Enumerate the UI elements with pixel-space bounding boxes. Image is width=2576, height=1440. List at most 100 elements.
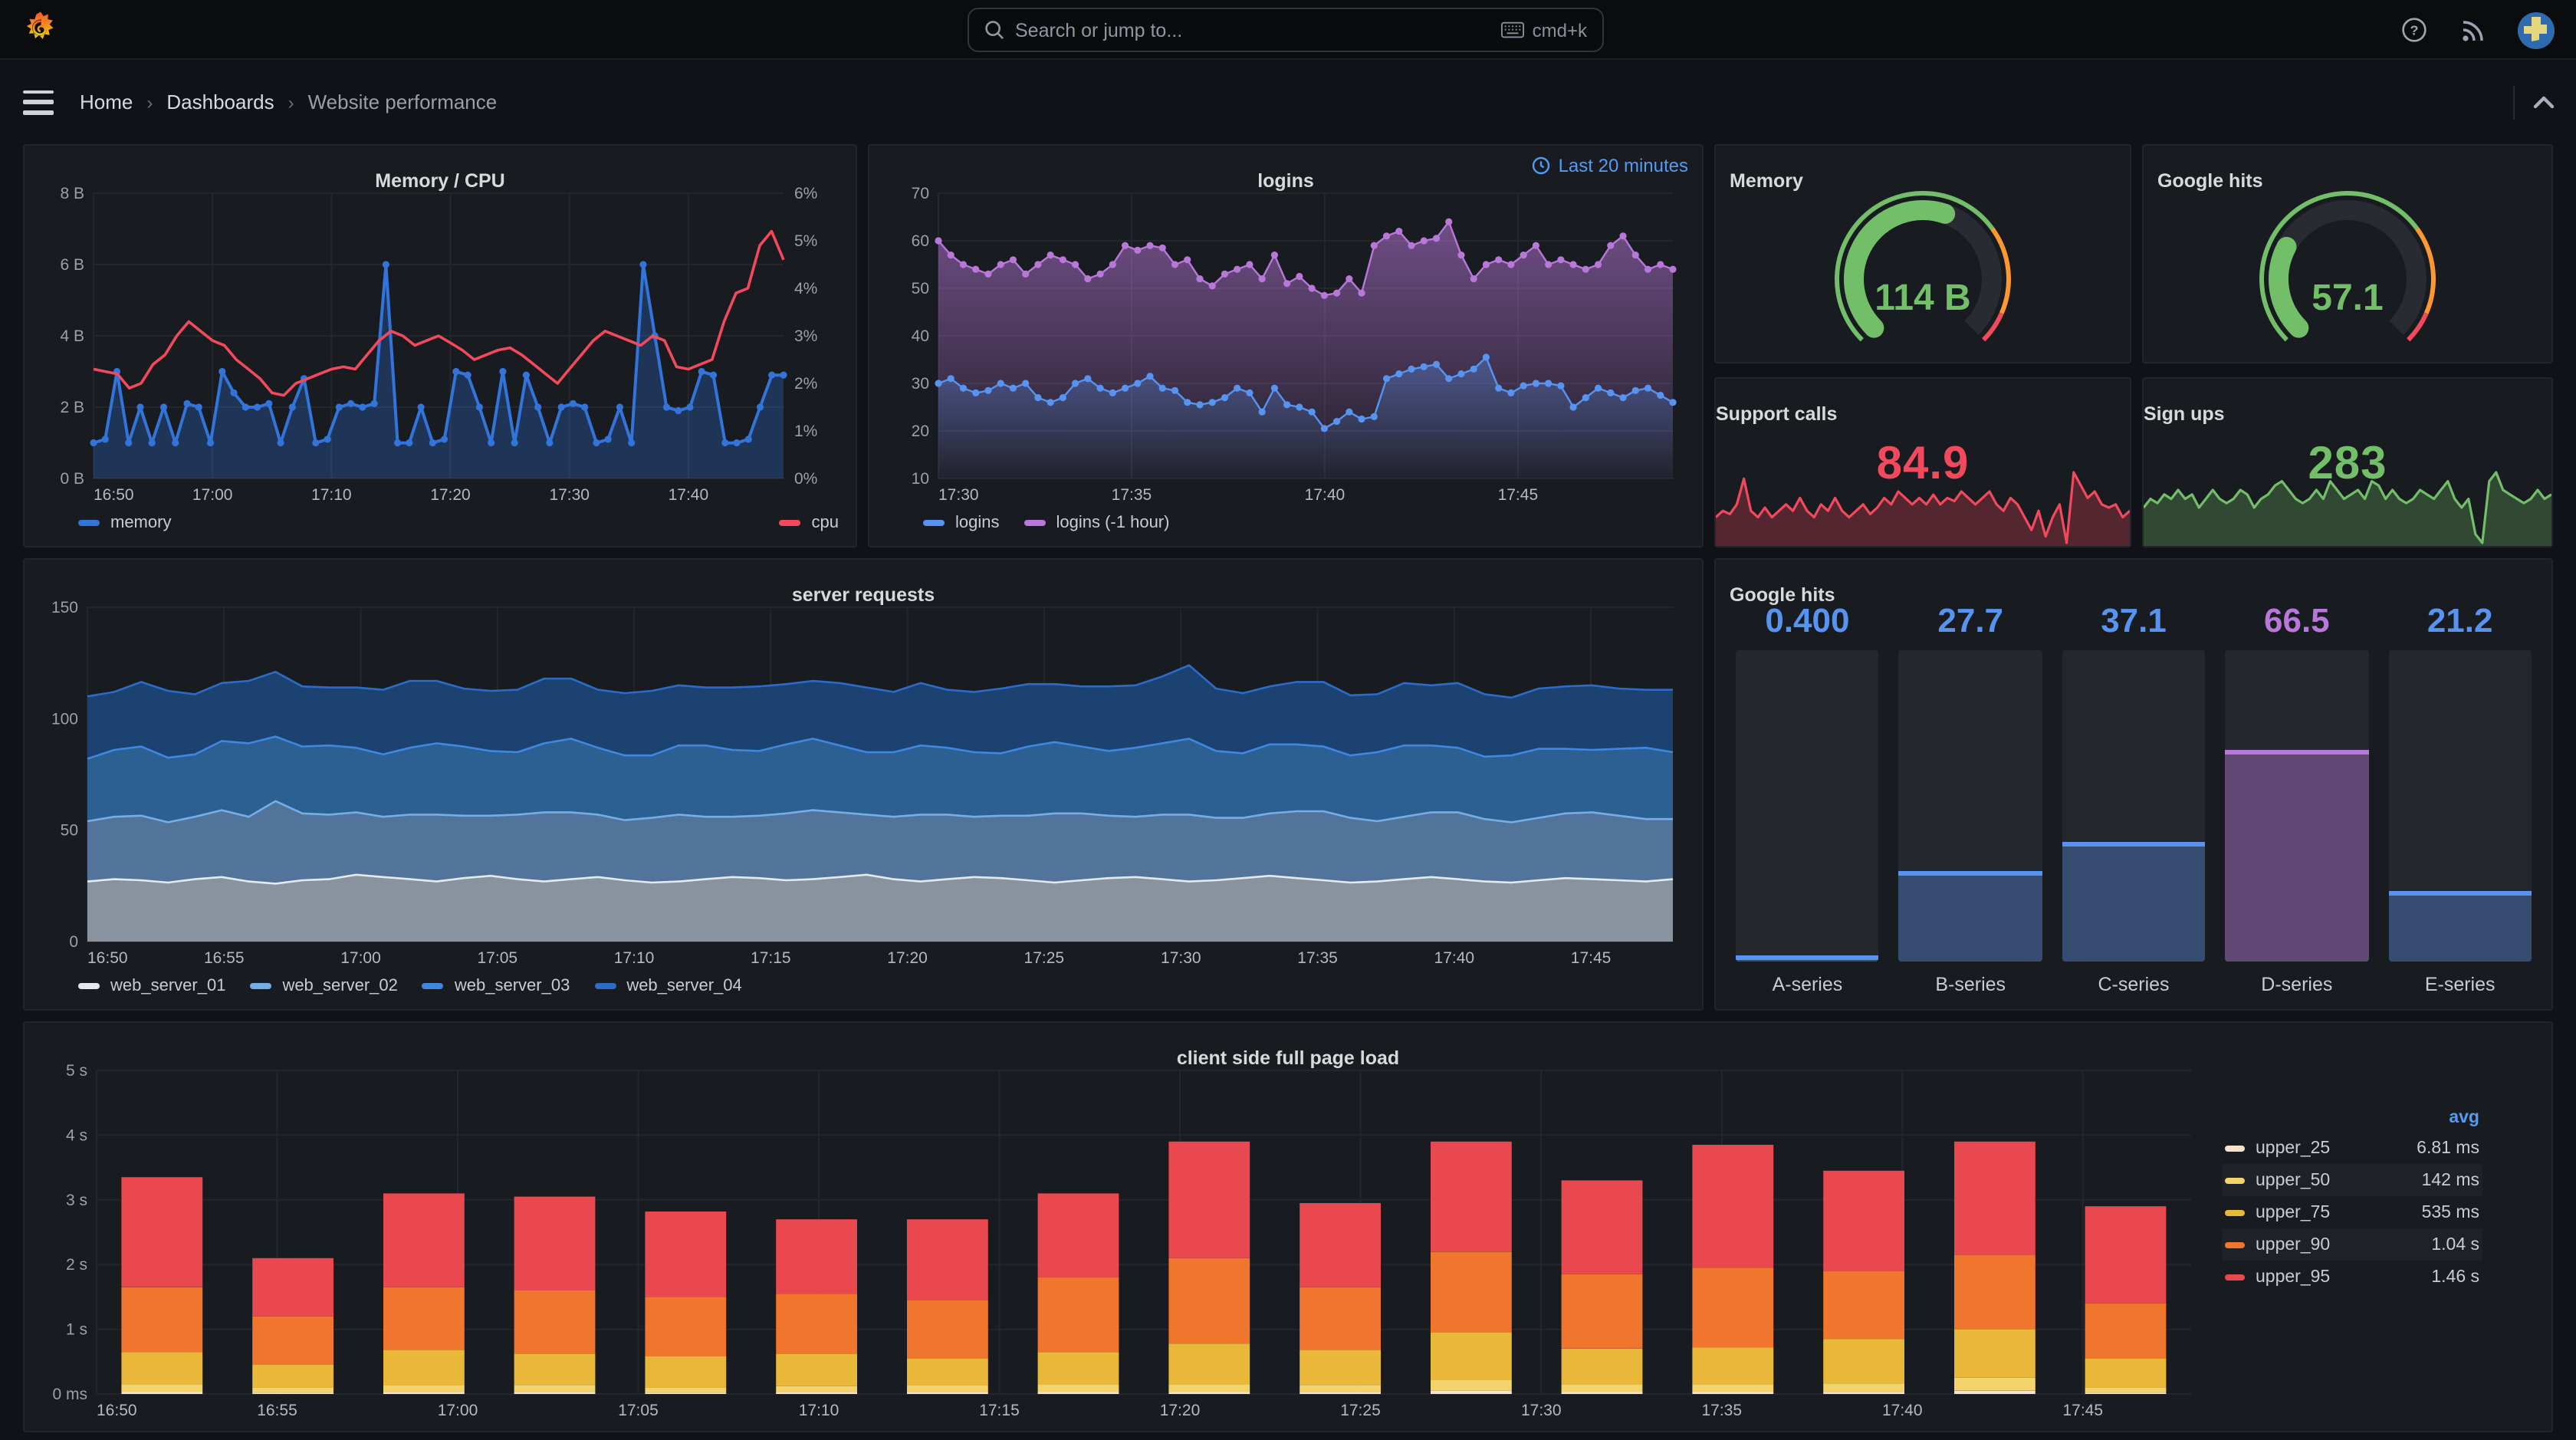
- legend-label: memory: [110, 513, 172, 531]
- nav-icons: ?: [2398, 0, 2555, 60]
- memory-gauge[interactable]: 114 B: [1730, 184, 2116, 351]
- breadcrumb-home[interactable]: Home: [80, 90, 133, 113]
- grafana-dashboard: Search or jump to... cmd+k ? Home › Dash…: [0, 0, 2576, 1440]
- legend-swatch: [78, 519, 100, 525]
- svg-text:16:50: 16:50: [97, 1402, 137, 1419]
- panel-title[interactable]: Google hits: [1730, 585, 2538, 607]
- svg-text:17:05: 17:05: [478, 949, 518, 967]
- breadcrumb: Home › Dashboards › Website performance: [80, 90, 497, 113]
- legend-series-name[interactable]: upper_75: [2252, 1196, 2363, 1228]
- logins-chart[interactable]: 10 20 30 40 50 60 70 17:30 17:35 17:40 17:45: [883, 184, 1688, 505]
- svg-text:17:15: 17:15: [751, 949, 791, 967]
- page-load-chart[interactable]: 0 ms 1 s 2 s 3 s 4 s 5 s 16:50 16:55 17:00 17:05 1…: [38, 1061, 2203, 1420]
- legend-swatch: [2225, 1209, 2245, 1215]
- bargauge-C-series[interactable]: 37.1 C-series: [2062, 601, 2206, 998]
- svg-text:16:55: 16:55: [257, 1402, 297, 1419]
- panel-page-load: client side full page load 0 ms 1 s2 s3 s…: [23, 1021, 2553, 1432]
- svg-text:17:30: 17:30: [549, 486, 590, 504]
- grafana-logo-icon[interactable]: [20, 9, 61, 51]
- svg-text:17:35: 17:35: [1701, 1402, 1742, 1419]
- legend-series-name[interactable]: upper_25: [2252, 1132, 2363, 1164]
- breadcrumb-dashboards[interactable]: Dashboards: [166, 90, 274, 113]
- svg-text:17:40: 17:40: [1434, 949, 1475, 967]
- svg-text:17:05: 17:05: [618, 1402, 659, 1419]
- svg-text:17:45: 17:45: [1571, 949, 1612, 967]
- svg-text:17:10: 17:10: [614, 949, 655, 967]
- legend-avg-value: 1.04 s: [2363, 1228, 2482, 1261]
- help-icon[interactable]: ?: [2398, 15, 2429, 45]
- legend-avg-value: 1.46 s: [2431, 1267, 2479, 1286]
- legend-swatch: [594, 982, 616, 988]
- legend-item-web_server_01[interactable]: web_server_01: [78, 976, 225, 995]
- svg-text:17:25: 17:25: [1024, 949, 1065, 967]
- time-range-badge[interactable]: Last 20 minutes: [1533, 155, 1688, 176]
- svg-text:60: 60: [912, 232, 929, 250]
- legend-item-web_server_04[interactable]: web_server_04: [594, 976, 742, 995]
- legend-label: logins: [955, 513, 1000, 531]
- legend-series-name[interactable]: upper_50: [2252, 1164, 2363, 1196]
- legend-series-name[interactable]: upper_90: [2252, 1228, 2363, 1261]
- legend-item-web_server_02[interactable]: web_server_02: [250, 976, 398, 995]
- breadcrumb-bar: Home › Dashboards › Website performance: [0, 61, 2576, 143]
- legend-swatch: [923, 519, 945, 525]
- legend-item-memory[interactable]: memory: [78, 513, 171, 531]
- bargauge-track: [1736, 650, 1879, 962]
- bargauge-B-series[interactable]: 27.7 B-series: [1898, 601, 2042, 998]
- bargauge-E-series[interactable]: 21.2 E-series: [2388, 601, 2532, 998]
- svg-text:30: 30: [912, 375, 929, 393]
- menu-toggle-icon[interactable]: [23, 90, 54, 114]
- svg-text:17:35: 17:35: [1297, 949, 1338, 967]
- svg-text:114 B: 114 B: [1875, 277, 1970, 317]
- svg-text:3%: 3%: [794, 327, 817, 345]
- news-rss-icon[interactable]: [2458, 15, 2489, 45]
- svg-text:17:40: 17:40: [1882, 1402, 1923, 1419]
- bargauge-D-series[interactable]: 66.5 D-series: [2225, 601, 2369, 998]
- google-hits-bargauge[interactable]: 0.400 A-series 27.7 B-series 37.1 C-series 66.…: [1730, 598, 2538, 998]
- support-calls-stat[interactable]: 84.9: [1716, 417, 2130, 546]
- bargauge-value: 27.7: [1937, 601, 2004, 639]
- google-hits-gauge[interactable]: 57.1: [2157, 184, 2538, 351]
- bargauge-value: 37.1: [2101, 601, 2167, 639]
- search-input[interactable]: Search or jump to... cmd+k: [968, 8, 1604, 52]
- legend-swatch: [2225, 1145, 2245, 1151]
- svg-text:17:30: 17:30: [938, 486, 979, 504]
- svg-text:17:30: 17:30: [1161, 949, 1201, 967]
- svg-text:17:40: 17:40: [1305, 486, 1346, 504]
- svg-text:20: 20: [912, 422, 929, 440]
- memory-cpu-chart[interactable]: 0 B 2 B 4 B 6 B 8 B 0% 1% 2% 3% 4% 5% 6% 16:50 17:00 1…: [38, 184, 842, 505]
- legend-series-name[interactable]: upper_95: [2252, 1261, 2363, 1293]
- svg-text:17:30: 17:30: [1521, 1402, 1562, 1419]
- bargauge-track: [2388, 650, 2532, 962]
- svg-text:2%: 2%: [794, 375, 817, 393]
- bargauge-A-series[interactable]: 0.400 A-series: [1736, 601, 1879, 998]
- svg-text:17:00: 17:00: [340, 949, 381, 967]
- server-requests-chart[interactable]: 0 50 100 150 16:50 16:55 17:00 17:05 17:10 17:15 1…: [38, 598, 1688, 968]
- panel-google-hits-gauge: Google hits 57.1: [2142, 144, 2553, 363]
- top-nav: Search or jump to... cmd+k ?: [0, 0, 2576, 60]
- svg-text:2 B: 2 B: [60, 399, 84, 416]
- collapse-chevron-icon[interactable]: [2533, 95, 2555, 109]
- svg-text:10: 10: [912, 470, 929, 488]
- legend-item-logins[interactable]: logins: [923, 513, 1000, 531]
- legend-item-cpu[interactable]: cpu: [779, 513, 839, 531]
- panel-support-calls: Support calls 84.9: [1714, 377, 2131, 547]
- user-avatar[interactable]: [2518, 12, 2555, 48]
- svg-text:17:40: 17:40: [669, 486, 709, 504]
- legend-avg-value: 142 ms: [2363, 1164, 2482, 1196]
- svg-text:4 s: 4 s: [66, 1126, 87, 1144]
- sign-ups-stat[interactable]: 283: [2144, 417, 2551, 546]
- legend-item-logins (-1 hour)[interactable]: logins (-1 hour): [1024, 513, 1170, 531]
- svg-text:16:50: 16:50: [87, 949, 128, 967]
- bargauge-label: B-series: [1935, 974, 2006, 995]
- svg-text:50: 50: [61, 822, 78, 840]
- svg-text:8 B: 8 B: [60, 185, 84, 202]
- svg-text:0 ms: 0 ms: [52, 1386, 87, 1403]
- panel-sign-ups: Sign ups 283: [2142, 377, 2553, 547]
- legend-label: logins (-1 hour): [1056, 513, 1170, 531]
- legend-item-web_server_03[interactable]: web_server_03: [422, 976, 570, 995]
- svg-text:17:10: 17:10: [311, 486, 352, 504]
- svg-text:57.1: 57.1: [2312, 277, 2383, 317]
- svg-text:0: 0: [69, 933, 78, 951]
- bargauge-value: 21.2: [2426, 601, 2493, 639]
- panel-google-hits-bars: Google hits 0.400 A-series 27.7 B-series 37.…: [1714, 558, 2553, 1011]
